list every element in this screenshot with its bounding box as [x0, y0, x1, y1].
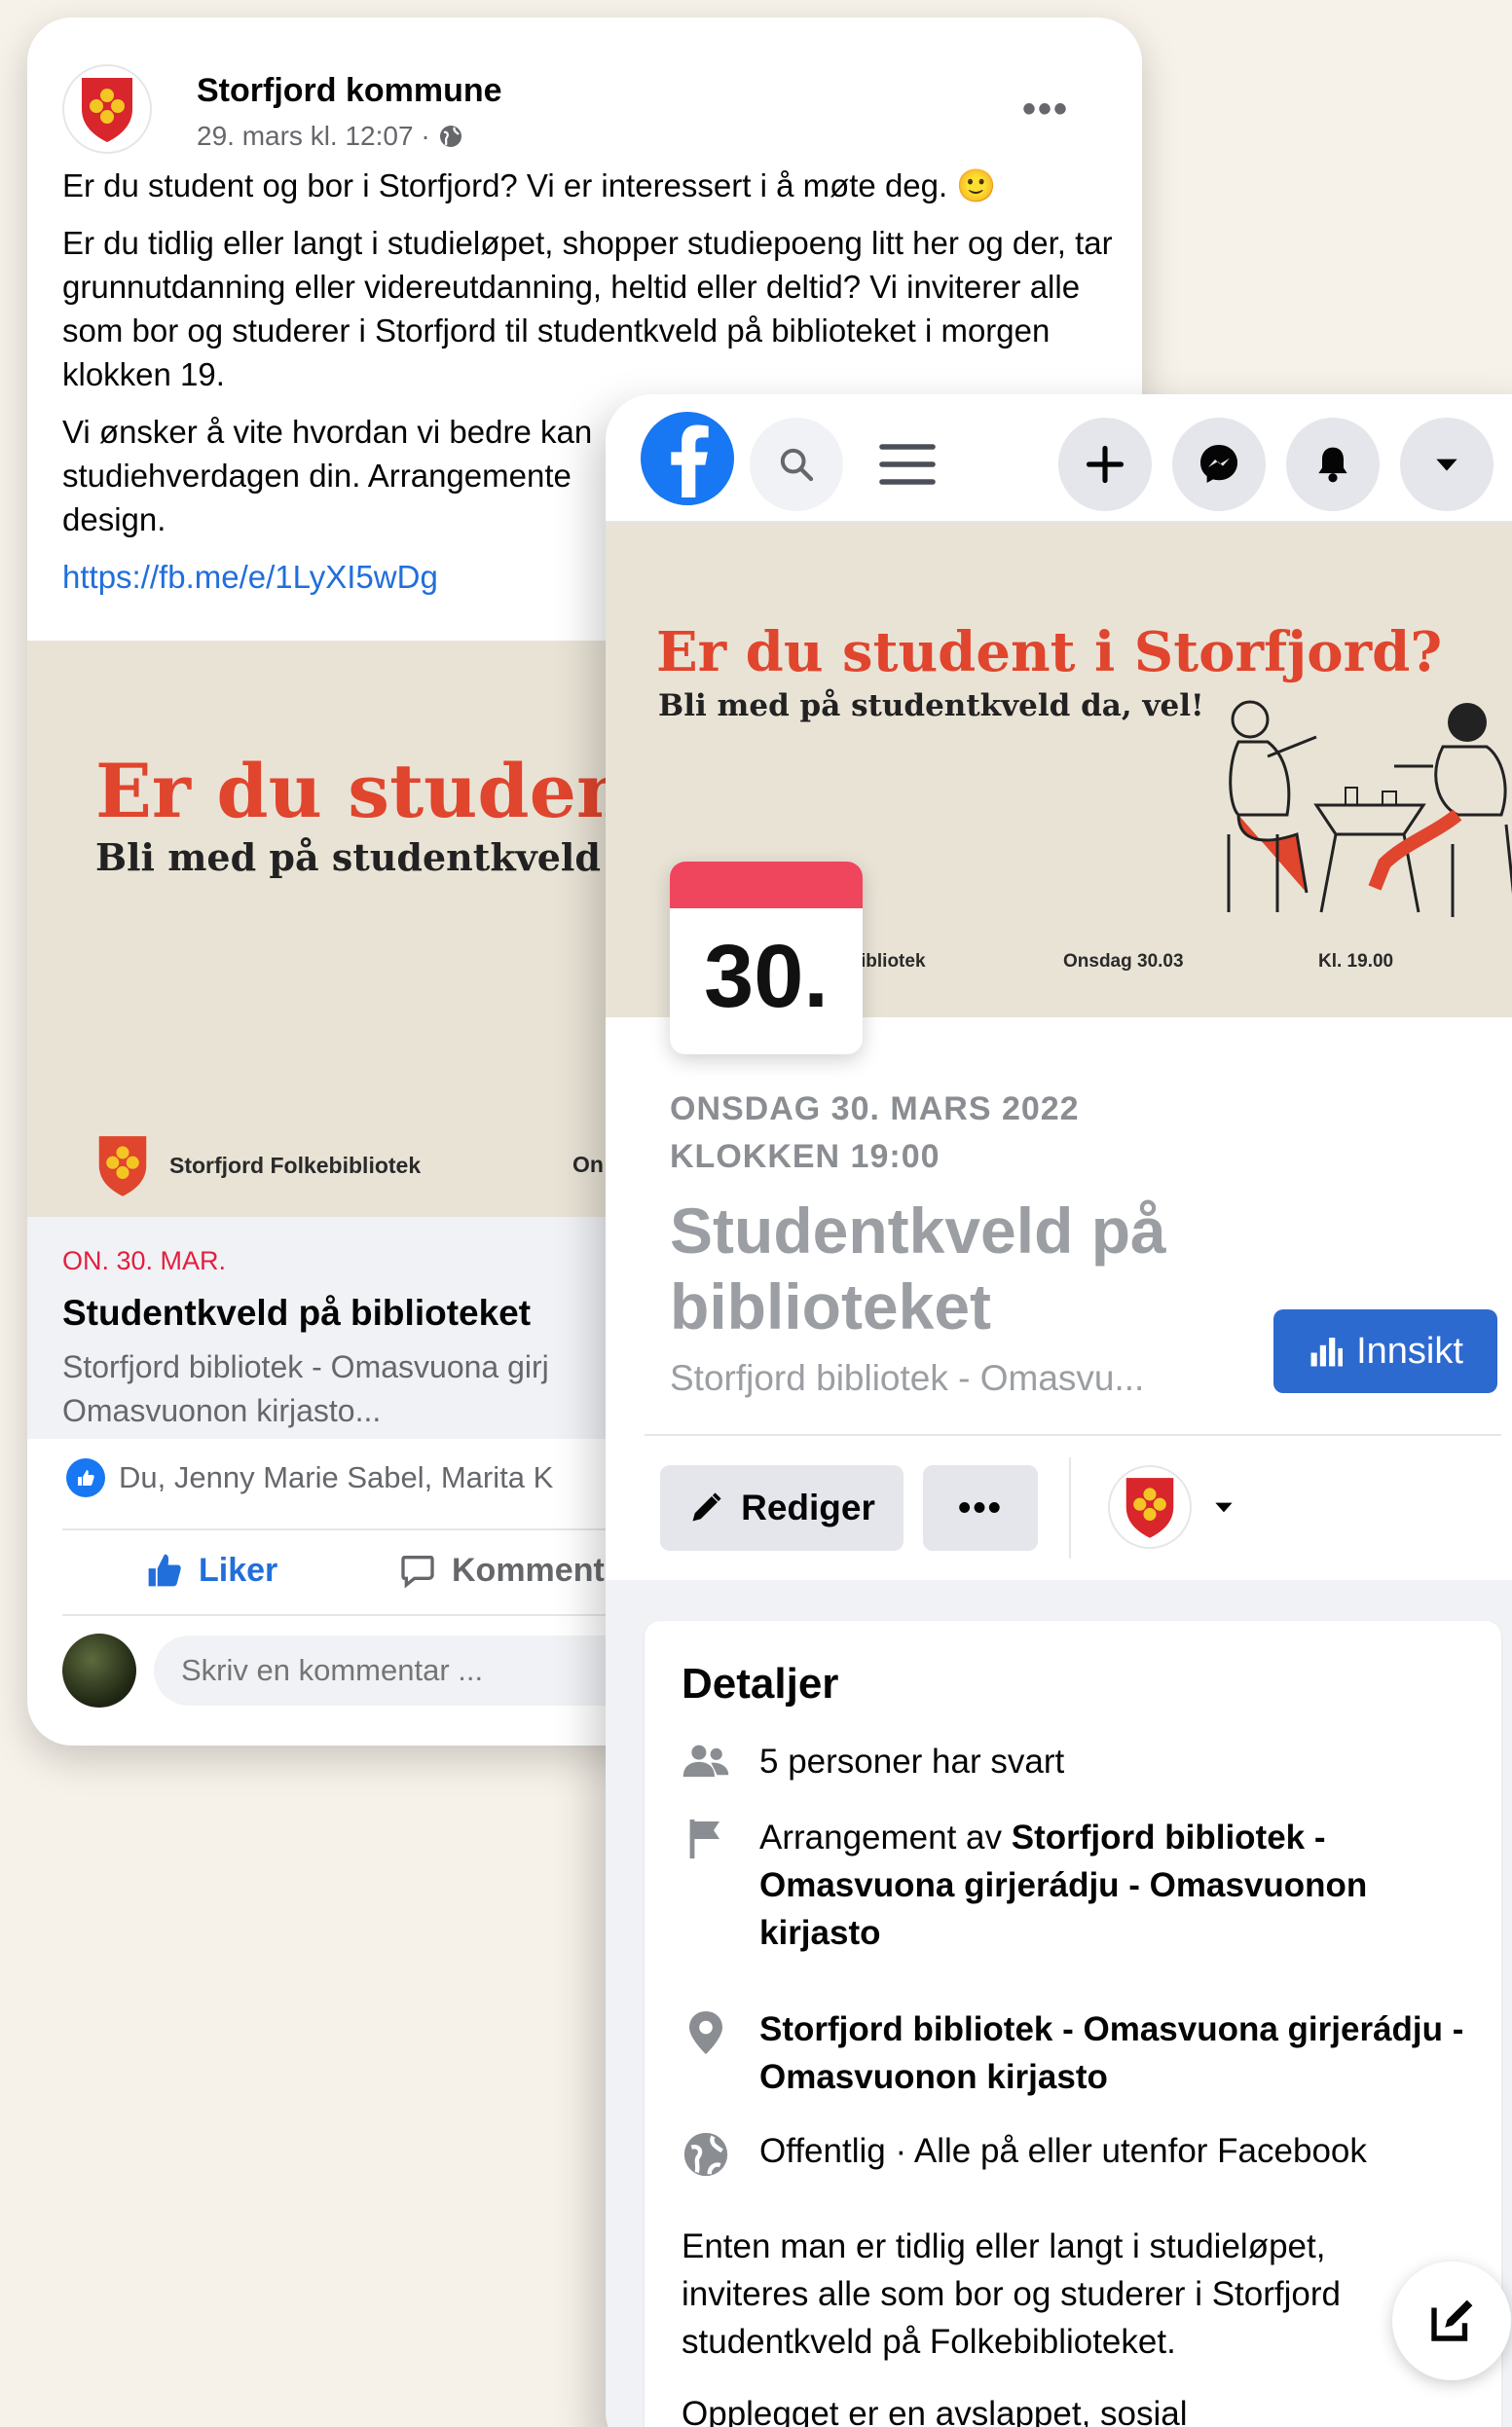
coat-of-arms-icon — [98, 1136, 147, 1196]
banner-logo-text: Storfjord Folkebibliotek — [169, 1152, 422, 1178]
event-cover-subtitle: Bli med på studentkveld da, vel! — [658, 688, 1204, 723]
acting-as-selector[interactable] — [1108, 1465, 1236, 1549]
post-meta: 29. mars kl. 12:07 · — [197, 121, 463, 152]
plus-icon — [1086, 445, 1125, 484]
like-label: Liker — [199, 1551, 278, 1589]
organizer-prefix: Arrangement av — [759, 1819, 1012, 1857]
event-preview-location: Storfjord bibliotek - Omasvuona girj Oma… — [62, 1349, 549, 1428]
location-text: Storfjord bibliotek - Omasvuona girjerád… — [759, 2010, 1464, 2096]
coat-of-arms-icon — [82, 78, 132, 142]
compose-icon — [1431, 2299, 1473, 2341]
event-description: Enten man er tidlig eller langt i studie… — [682, 2227, 1341, 2361]
bell-icon — [1318, 447, 1347, 483]
thumbs-up-icon — [148, 1554, 181, 1587]
calendar-day: 30. — [704, 927, 829, 1026]
event-description-continued: Opplegget er en avslappet, sosial — [682, 2395, 1188, 2427]
event-time: KLOKKEN 19:00 — [670, 1138, 940, 1175]
event-cover-date: Onsdag 30.03 — [1063, 951, 1184, 972]
people-icon — [682, 1738, 730, 1785]
banner-logo-row: Storfjord Folkebibliotek — [95, 1132, 421, 1198]
flag-icon — [682, 1814, 730, 1957]
divider — [1069, 1457, 1071, 1559]
bar-chart-icon — [1310, 1338, 1344, 1367]
event-action-row: Rediger ••• — [660, 1457, 1497, 1559]
event-preview-title: Studentkveld på biblioteket — [62, 1293, 532, 1333]
students-illustration — [1227, 700, 1512, 917]
caret-down-icon — [1436, 459, 1457, 471]
create-button[interactable] — [1058, 418, 1152, 511]
like-button[interactable]: Liker — [144, 1551, 277, 1590]
post-paragraph-3: Vi ønsker å vite hvordan vi bedre kan st… — [62, 414, 593, 537]
avatar[interactable] — [62, 1634, 136, 1708]
insights-label: Innsikt — [1356, 1330, 1463, 1372]
event-link[interactable]: https://fb.me/e/1LyXI5wDg — [62, 559, 438, 595]
like-reaction-icon — [66, 1458, 105, 1497]
event-cover-title: Er du student i Storfjord? — [656, 620, 1443, 684]
reactions-summary[interactable]: Du, Jenny Marie Sabel, Marita K — [66, 1458, 553, 1497]
comment-icon — [401, 1556, 434, 1589]
details-card: Detaljer 5 personer har svart Arrangemen… — [645, 1621, 1501, 2427]
notifications-button[interactable] — [1286, 418, 1380, 511]
privacy-row: Offentlig · Alle på eller utenfor Facebo… — [682, 2127, 1470, 2178]
calendar-date-badge: 30. — [670, 862, 863, 1054]
account-menu-button[interactable] — [1400, 418, 1494, 511]
page-avatar[interactable] — [62, 64, 152, 154]
globe-icon — [682, 2127, 730, 2178]
privacy-text: Offentlig · Alle på eller utenfor Facebo… — [759, 2127, 1367, 2178]
facebook-logo-icon[interactable] — [641, 412, 734, 505]
comment-button[interactable]: Komment — [397, 1551, 605, 1590]
globe-icon — [439, 126, 461, 147]
event-cover-time: Kl. 19.00 — [1318, 951, 1394, 972]
location-pin-icon — [682, 2005, 730, 2101]
insights-button[interactable]: Innsikt — [1273, 1309, 1497, 1393]
location-row[interactable]: Storfjord bibliotek - Omasvuona girjerád… — [682, 2005, 1470, 2101]
event-card: Er du student i Storfjord? Bli med på st… — [606, 394, 1512, 2427]
organizer-row: Arrangement av Storfjord bibliotek - Oma… — [682, 1814, 1470, 1957]
post-author[interactable]: Storfjord kommune — [197, 72, 502, 110]
post-paragraph-2: Er du tidlig eller langt i studieløpet, … — [62, 225, 1113, 392]
divider — [645, 1434, 1501, 1436]
event-host[interactable]: Storfjord bibliotek - Omasvu... — [670, 1358, 1144, 1399]
caret-down-icon — [1215, 1502, 1233, 1513]
hamburger-menu-icon — [879, 444, 936, 485]
search-button[interactable] — [750, 418, 843, 511]
post-paragraph-1: Er du student og bor i Storfjord? Vi er … — [62, 167, 997, 203]
pencil-icon — [692, 1492, 721, 1522]
messenger-icon — [1200, 445, 1237, 483]
top-navigation — [606, 394, 1512, 523]
privacy-audience: · Alle på eller utenfor Facebook — [885, 2132, 1367, 2170]
post-timestamp[interactable]: 29. mars kl. 12:07 · — [197, 121, 430, 152]
banner-date-fragment: On — [572, 1152, 604, 1177]
edit-label: Rediger — [741, 1488, 875, 1527]
post-header: Storfjord kommune 29. mars kl. 12:07 · •… — [62, 53, 1104, 160]
event-preview-date: ON. 30. MAR. — [62, 1246, 227, 1275]
post-more-button[interactable]: ••• — [1022, 88, 1069, 131]
banner-subtitle: Bli med på studentkveld d — [95, 835, 640, 879]
event-date: ONSDAG 30. MARS 2022 — [670, 1090, 1080, 1127]
page-avatar — [1108, 1465, 1192, 1549]
responses-row[interactable]: 5 personer har svart — [682, 1738, 1470, 1785]
event-title: Studentkveld på biblioteket — [670, 1195, 1166, 1342]
edit-button[interactable]: Rediger — [660, 1465, 904, 1551]
organizer-text: Arrangement av Storfjord bibliotek - Oma… — [759, 1814, 1470, 1957]
search-icon — [780, 448, 814, 482]
responses-text: 5 personer har svart — [759, 1743, 1065, 1781]
event-cover-library: ibliotek — [861, 951, 926, 972]
messenger-button[interactable] — [1172, 418, 1266, 511]
reactions-names: Du, Jenny Marie Sabel, Marita K — [119, 1460, 554, 1494]
calendar-header — [670, 862, 863, 908]
comment-label: Komment — [452, 1551, 605, 1589]
menu-button[interactable] — [861, 418, 954, 511]
compose-button[interactable] — [1392, 2262, 1511, 2380]
event-datetime: ONSDAG 30. MARS 2022 KLOKKEN 19:00 — [670, 1085, 1080, 1181]
privacy-level: Offentlig — [759, 2132, 886, 2170]
details-title: Detaljer — [682, 1660, 839, 1708]
coat-of-arms-icon — [1125, 1478, 1174, 1538]
more-options-button[interactable]: ••• — [923, 1465, 1038, 1551]
